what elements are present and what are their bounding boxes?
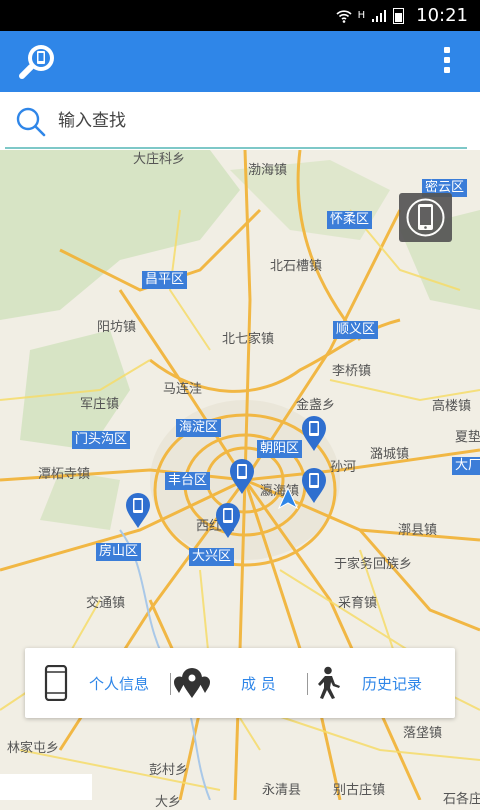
place-label: 林家屯乡 bbox=[7, 741, 60, 756]
phone-marker-icon[interactable] bbox=[301, 468, 327, 504]
profile-menu-label: 个人信息 bbox=[89, 674, 150, 693]
place-label: 马连洼 bbox=[163, 382, 203, 397]
bottom-menu: 个人信息 成 员 历史记录 bbox=[25, 648, 455, 718]
place-label: 于家务回族乡 bbox=[334, 557, 413, 572]
search-underline bbox=[5, 147, 467, 149]
district-label: 怀柔区 bbox=[327, 211, 373, 229]
walking-person-icon bbox=[318, 666, 340, 699]
district-label: 顺义区 bbox=[333, 321, 379, 339]
place-label: 高楼镇 bbox=[432, 399, 472, 414]
navigation-arrow-icon bbox=[278, 487, 298, 509]
place-label: 漷县镇 bbox=[398, 523, 438, 538]
phone-icon bbox=[44, 665, 68, 701]
search-icon[interactable] bbox=[15, 106, 47, 138]
place-label: 金盏乡 bbox=[296, 398, 336, 413]
search-bar bbox=[0, 92, 480, 150]
phone-marker-icon[interactable] bbox=[215, 503, 241, 539]
phone-device-icon bbox=[406, 198, 445, 237]
district-label: 丰台区 bbox=[165, 472, 211, 490]
wifi-icon bbox=[336, 9, 352, 23]
district-label: 大兴区 bbox=[189, 548, 235, 566]
search-input[interactable] bbox=[56, 104, 460, 138]
place-label: 阳坊镇 bbox=[97, 320, 137, 335]
place-label: 军庄镇 bbox=[80, 397, 120, 412]
signal-icon bbox=[372, 9, 387, 22]
district-label: 海淀区 bbox=[176, 419, 222, 437]
place-label: 落垡镇 bbox=[403, 726, 443, 741]
profile-menu-item[interactable]: 个人信息 bbox=[43, 648, 149, 718]
phone-marker-icon[interactable] bbox=[301, 416, 327, 452]
overflow-menu-icon[interactable] bbox=[442, 47, 452, 77]
district-label: 门头沟区 bbox=[72, 431, 131, 449]
phone-marker-icon[interactable] bbox=[125, 493, 151, 529]
place-label: 大乡 bbox=[155, 795, 182, 810]
members-menu-item[interactable]: 成 员 bbox=[173, 648, 276, 718]
place-label: 潞城镇 bbox=[370, 447, 410, 462]
device-view-button[interactable] bbox=[399, 193, 452, 242]
phone-search-icon[interactable] bbox=[16, 41, 58, 83]
district-label: 大厂 bbox=[452, 457, 480, 475]
location-pins-icon bbox=[174, 668, 210, 698]
place-label: 永清县 bbox=[262, 783, 302, 798]
app-bar bbox=[0, 31, 480, 92]
place-label: 孙河 bbox=[330, 460, 357, 475]
place-label: 交通镇 bbox=[86, 596, 126, 611]
place-label: 渤海镇 bbox=[248, 163, 288, 178]
place-label: 石各庄 bbox=[443, 792, 480, 807]
battery-icon bbox=[393, 7, 405, 24]
history-menu-label: 历史记录 bbox=[362, 674, 423, 693]
place-label: 大庄科乡 bbox=[133, 152, 186, 167]
place-label: 北七家镇 bbox=[222, 332, 275, 347]
place-label: 采育镇 bbox=[338, 596, 378, 611]
place-label: 夏垫 bbox=[455, 430, 480, 445]
district-label: 房山区 bbox=[96, 543, 142, 561]
status-time: 10:21 bbox=[416, 5, 468, 26]
status-bar: H 10:21 bbox=[0, 0, 480, 31]
place-label: 李桥镇 bbox=[332, 364, 372, 379]
members-menu-label: 成 员 bbox=[241, 674, 276, 693]
map-attribution-area bbox=[0, 774, 92, 800]
place-label: 潭柘寺镇 bbox=[38, 467, 91, 482]
phone-marker-icon[interactable] bbox=[229, 459, 255, 495]
menu-divider bbox=[307, 673, 308, 695]
place-label: 彭村乡 bbox=[149, 763, 189, 778]
network-type: H bbox=[357, 10, 366, 21]
district-label: 朝阳区 bbox=[257, 440, 303, 458]
menu-divider bbox=[170, 673, 171, 695]
place-label: 北石槽镇 bbox=[270, 259, 323, 274]
history-menu-item[interactable]: 历史记录 bbox=[312, 648, 422, 718]
district-label: 昌平区 bbox=[142, 271, 188, 289]
status-icons: H 10:21 bbox=[336, 0, 468, 31]
place-label: 别古庄镇 bbox=[333, 783, 386, 798]
